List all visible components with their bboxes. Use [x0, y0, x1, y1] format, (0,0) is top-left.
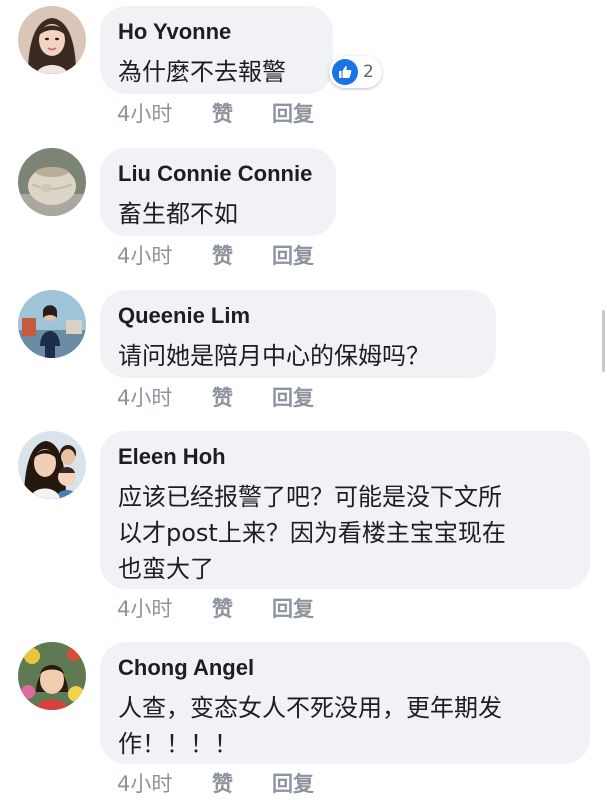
avatar[interactable] [18, 431, 86, 499]
like-button[interactable]: 赞 [212, 382, 272, 412]
timestamp[interactable]: 4小时 [117, 768, 212, 798]
comment-bubble: Queenie Lim 请问她是陪月中心的保姆吗？ [100, 290, 496, 378]
comment-actions: 4小时赞回复 [117, 593, 314, 623]
comment-text: 人查，变态女人不死没用，更年期发 作！！！！ [118, 694, 502, 758]
comment-text: 畜生都不如 [118, 200, 238, 228]
comment-bubble: Eleen Hoh 应该已经报警了吧？可能是没下文所 以才post上来？因为看楼… [100, 431, 590, 589]
like-button[interactable]: 赞 [212, 593, 272, 623]
comment-text: 请问她是陪月中心的保姆吗？ [118, 342, 430, 370]
avatar[interactable] [18, 148, 86, 216]
comment-text: 应该已经报警了吧？可能是没下文所 以才post上来？因为看楼主宝宝现在 也蛮大了 [118, 483, 506, 583]
thumbs-up-icon [332, 59, 358, 85]
comment-actions: 4小时赞回复 [117, 98, 314, 128]
comment-author[interactable]: Eleen Hoh [118, 443, 570, 471]
comment-actions: 4小时赞回复 [117, 382, 314, 412]
timestamp[interactable]: 4小时 [117, 98, 212, 128]
comment-actions: 4小时赞回复 [117, 768, 314, 798]
timestamp[interactable]: 4小时 [117, 382, 212, 412]
comment-thread: Ho Yvonne 為什麼不去報警 2 4小时赞回复 Liu Connie Co… [0, 0, 607, 800]
avatar[interactable] [18, 6, 86, 74]
comment-author[interactable]: Liu Connie Connie [118, 160, 316, 188]
reaction-summary[interactable]: 2 [329, 56, 382, 88]
comment-text: 為什麼不去報警 [118, 58, 286, 86]
comment-bubble: Ho Yvonne 為什麼不去報警 [100, 6, 333, 94]
like-button[interactable]: 赞 [212, 240, 272, 270]
scrollbar[interactable] [602, 310, 605, 372]
timestamp[interactable]: 4小时 [117, 240, 212, 270]
reply-button[interactable]: 回复 [272, 382, 314, 412]
comment-author[interactable]: Chong Angel [118, 654, 570, 682]
comment-actions: 4小时赞回复 [117, 240, 314, 270]
comment-author[interactable]: Ho Yvonne [118, 18, 313, 46]
comment-bubble: Liu Connie Connie 畜生都不如 [100, 148, 336, 236]
like-button[interactable]: 赞 [212, 98, 272, 128]
reply-button[interactable]: 回复 [272, 98, 314, 128]
avatar[interactable] [18, 290, 86, 358]
reply-button[interactable]: 回复 [272, 240, 314, 270]
reaction-count: 2 [363, 62, 374, 82]
avatar[interactable] [18, 642, 86, 710]
comment-author[interactable]: Queenie Lim [118, 302, 476, 330]
reply-button[interactable]: 回复 [272, 593, 314, 623]
timestamp[interactable]: 4小时 [117, 593, 212, 623]
comment-bubble: Chong Angel 人查，变态女人不死没用，更年期发 作！！！！ [100, 642, 590, 764]
like-button[interactable]: 赞 [212, 768, 272, 798]
reply-button[interactable]: 回复 [272, 768, 314, 798]
